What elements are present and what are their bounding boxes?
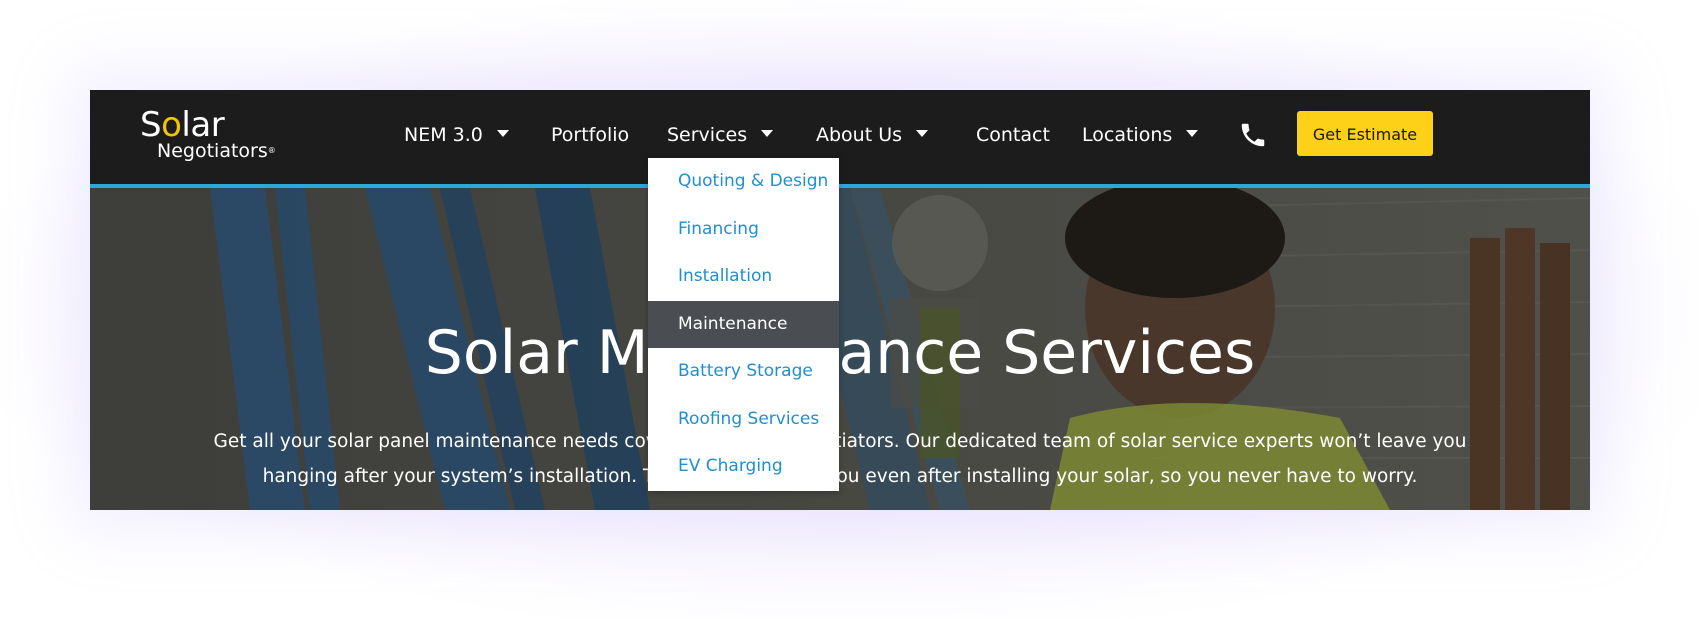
- nav-item-label: Portfolio: [551, 124, 630, 146]
- nav-item-contact[interactable]: Contact: [976, 122, 1050, 148]
- caret-down-icon: [1186, 130, 1199, 137]
- nav-item-label: Locations: [1082, 124, 1173, 146]
- caret-down-icon: [496, 130, 509, 137]
- logo-registered-mark: ®: [267, 146, 276, 155]
- logo-sun-icon: o: [161, 105, 182, 145]
- logo-wordmark: Solar: [140, 105, 225, 145]
- nav-item-services[interactable]: Services: [667, 122, 774, 148]
- dropdown-item-quoting-design[interactable]: Quoting & Design: [648, 158, 839, 206]
- hero-title: Solar Maintenance Services: [424, 318, 1256, 388]
- services-dropdown-menu: Quoting & Design Financing Installation …: [648, 158, 839, 491]
- hero-description: Get all your solar panel maintenance nee…: [213, 431, 1467, 487]
- dropdown-item-maintenance[interactable]: Maintenance: [648, 300, 839, 348]
- nav-item-locations[interactable]: Locations: [1082, 122, 1199, 148]
- logo-subtext: Negotiators®: [157, 140, 276, 162]
- dropdown-item-battery-storage[interactable]: Battery Storage: [648, 348, 839, 396]
- caret-down-icon: [916, 130, 929, 137]
- site-logo[interactable]: Solar Negotiators®: [140, 106, 280, 166]
- nav-item-label: Contact: [976, 124, 1050, 146]
- logo-text-s: S: [140, 105, 162, 145]
- nav-item-nem[interactable]: NEM 3.0: [404, 122, 509, 148]
- logo-negotiators: Negotiators: [157, 140, 268, 162]
- nav-item-about-us[interactable]: About Us: [816, 122, 929, 148]
- dropdown-item-financing[interactable]: Financing: [648, 206, 839, 254]
- dropdown-item-installation[interactable]: Installation: [648, 253, 839, 301]
- get-estimate-button[interactable]: Get Estimate: [1297, 111, 1433, 156]
- nav-item-portfolio[interactable]: Portfolio: [551, 122, 629, 148]
- nav-item-label: Services: [667, 124, 748, 146]
- dropdown-item-ev-charging[interactable]: EV Charging: [648, 443, 839, 491]
- website-screenshot: Solar Maintenance Services Get all your …: [90, 90, 1590, 510]
- caret-down-icon: [761, 130, 774, 137]
- nav-item-label: NEM 3.0: [404, 124, 483, 146]
- page-backdrop: Solar Maintenance Services Get all your …: [0, 0, 1700, 621]
- hero-section: Solar Maintenance Services Get all your …: [90, 188, 1590, 510]
- logo-text-lar: lar: [181, 105, 225, 145]
- nav-item-label: About Us: [816, 124, 903, 146]
- dropdown-item-roofing-services[interactable]: Roofing Services: [648, 396, 839, 444]
- site-header: Solar Negotiators® NEM 3.0 Portfolio Ser…: [90, 90, 1590, 188]
- phone-icon[interactable]: [1238, 120, 1268, 150]
